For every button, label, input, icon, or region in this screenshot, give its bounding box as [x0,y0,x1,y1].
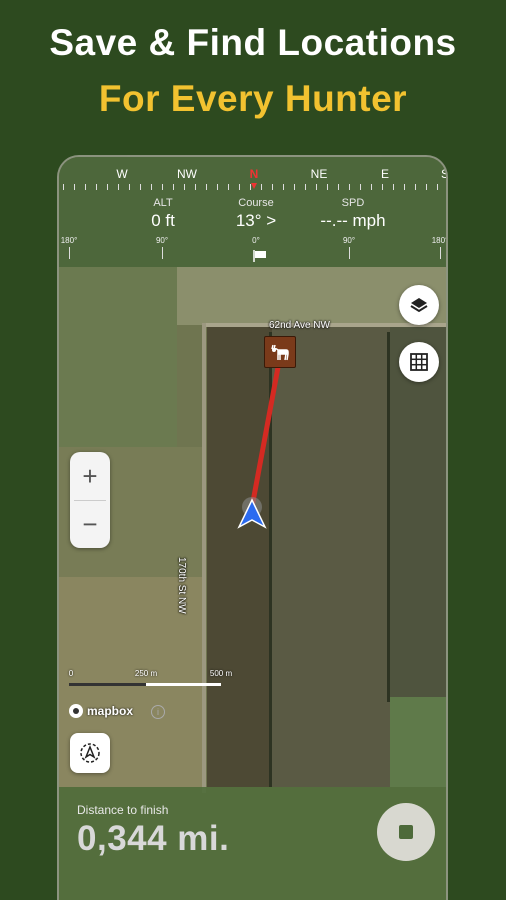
compass-tick [184,184,185,190]
mapbox-text: mapbox [87,704,134,718]
stop-icon [399,825,413,839]
compass-tick [195,184,196,190]
degree-label: 180° [431,236,448,245]
course-value: 13° > [235,211,277,230]
zoom-out-button[interactable]: − [70,500,110,548]
compass-tick [426,184,427,190]
degree-tick [440,247,441,259]
app-screen: 62nd Ave NW 170th St NW W NW N NE E S AL… [57,155,448,900]
compass-header: W NW N NE E S ALT 0 ft Course 13° > SPD … [59,157,448,267]
compass-tick [129,184,130,190]
compass-tick [239,184,240,190]
course-stat[interactable]: Course 13° > [236,197,276,231]
compass-tick [316,184,317,190]
degree-label: 90° [342,236,356,245]
course-label: Course [238,197,274,209]
degree-tick [69,247,70,259]
degree-tick [349,247,350,259]
compass-tick [272,184,273,190]
direction-s: S [441,167,446,181]
compass-tick [327,184,328,190]
compass-tick [107,184,108,190]
alt-stat: ALT 0 ft [151,197,175,231]
compass-tick [283,184,284,190]
direction-w: W [116,167,128,181]
compass-tick [151,184,152,190]
distance-value: 0,344 mi. [77,819,230,858]
scale-label-start: 0 [68,669,74,678]
compass-tick [404,184,405,190]
scale-segment [146,683,221,686]
compass-tick [294,184,295,190]
layers-icon [410,298,428,313]
compass-tick [74,184,75,190]
compass-tick [305,184,306,190]
alt-label: ALT [153,197,173,209]
compass-tick [217,184,218,190]
north-indicator [251,183,257,189]
spd-label: SPD [341,197,365,209]
compass-tick [437,184,438,190]
grid-icon [410,353,428,371]
mapbox-icon [69,704,83,718]
scale-bar: 0 250 m 500 m [69,669,269,689]
spd-value: --.-- mph [320,211,386,230]
compass-tick [360,184,361,190]
degree-tick [162,247,163,259]
distance-label: Distance to finish [77,803,169,817]
compass-tick [349,184,350,190]
direction-ne: NE [310,167,328,181]
deer-icon[interactable] [264,336,296,368]
scale-label-mid: 250 m [134,669,158,678]
promo-title-line1: Save & Find Locations [49,22,457,63]
scale-label-end: 500 m [209,669,233,678]
compass-tick [371,184,372,190]
direction-e: E [380,167,390,181]
layers-button[interactable] [399,285,439,325]
compass-tick [96,184,97,190]
compass-tick [140,184,141,190]
zoom-control: + − [70,452,110,548]
degree-label: 90° [155,236,169,245]
compass-tick [173,184,174,190]
compass-tick [338,184,339,190]
distance-panel: Distance to finish 0,344 mi. [59,787,446,900]
flag-icon [253,250,266,262]
zoom-in-button[interactable]: + [70,452,110,500]
compass-tick [118,184,119,190]
compass-tick [393,184,394,190]
compass-tick [382,184,383,190]
promo-title-line2: For Every Hunter [98,78,408,119]
info-icon[interactable]: i [151,705,165,719]
scale-segment [69,683,146,686]
grid-button[interactable] [399,342,439,382]
stop-button[interactable] [377,803,435,861]
spd-stat: SPD --.-- mph [320,197,385,231]
compass-tick [63,184,64,190]
locate-button[interactable] [70,733,110,773]
compass-tick [261,184,262,190]
mapbox-logo[interactable]: mapbox [69,704,133,718]
direction-nw: NW [177,167,197,181]
compass-tick [85,184,86,190]
degree-label: 180° [60,236,78,245]
compass-locate-icon [80,743,100,763]
alt-value: 0 ft [151,211,175,230]
compass-tick [228,184,229,190]
compass-tick [415,184,416,190]
compass-tick [162,184,163,190]
compass-tick [206,184,207,190]
degree-label: 0° [252,236,260,245]
direction-n: N [249,167,259,181]
